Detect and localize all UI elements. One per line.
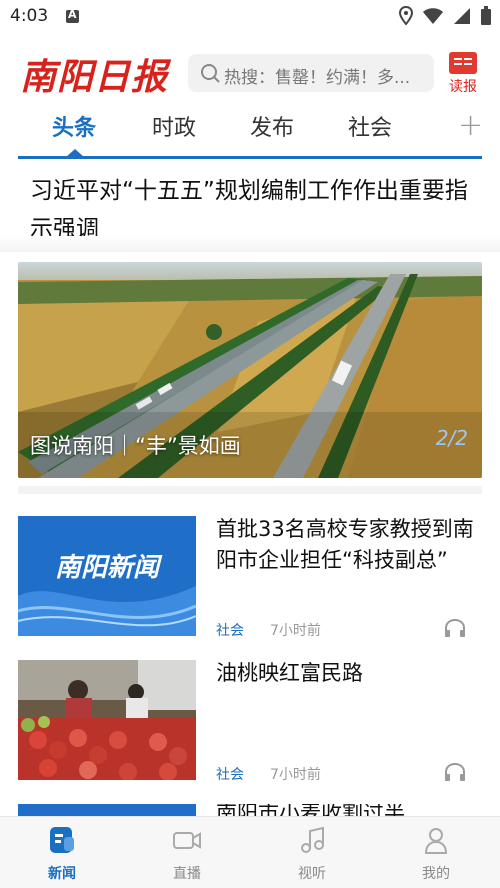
status-icons bbox=[399, 6, 492, 26]
tab-underline bbox=[18, 156, 482, 159]
news-title: 首批33名高校专家教授到南阳市企业担任“科技副总” bbox=[216, 517, 474, 572]
nav-media-label: 视听 bbox=[298, 866, 326, 882]
tab-release[interactable]: 发布 bbox=[250, 110, 294, 142]
bottom-navigation: 新闻 直播 视听 我的 bbox=[0, 816, 500, 888]
banner-caption: 图说南阳｜“丰”景如画 bbox=[30, 434, 241, 458]
news-category[interactable]: 社会 bbox=[216, 620, 244, 640]
nav-profile-label: 我的 bbox=[422, 866, 450, 882]
search-icon bbox=[201, 64, 220, 83]
banner-page-indicator: 2/2 bbox=[435, 426, 468, 450]
app-logo: 南阳日报 bbox=[20, 56, 169, 98]
nav-news-label: 新闻 bbox=[48, 866, 76, 882]
news-thumbnail bbox=[18, 660, 196, 780]
news-time: 7小时前 bbox=[270, 623, 321, 639]
news-category[interactable]: 社会 bbox=[216, 764, 244, 784]
news-item[interactable]: 南阳新闻 首批33名高校专家教授到南阳市企业担任“科技副总” 社会 7小时前 bbox=[18, 516, 482, 640]
tab-politics[interactable]: 时政 bbox=[152, 110, 196, 142]
news-icon bbox=[50, 827, 74, 853]
user-icon bbox=[424, 828, 448, 854]
add-channel-icon[interactable]: + bbox=[458, 108, 483, 143]
headphones-icon[interactable] bbox=[444, 762, 466, 782]
signal-icon bbox=[454, 8, 470, 24]
section-divider bbox=[18, 486, 482, 494]
news-item[interactable]: 油桃映红富民路 社会 7小时前 bbox=[18, 660, 482, 784]
nav-live[interactable]: 直播 bbox=[147, 825, 227, 883]
newspaper-icon bbox=[449, 52, 477, 74]
news-title: 油桃映红富民路 bbox=[216, 661, 363, 685]
tab-headlines[interactable]: 头条 bbox=[52, 110, 96, 142]
wifi-icon bbox=[423, 8, 443, 24]
thumbnail-logo-text: 南阳新闻 bbox=[55, 553, 163, 583]
status-bar: 4:03 bbox=[0, 0, 500, 34]
nav-profile[interactable]: 我的 bbox=[396, 825, 476, 883]
nav-media[interactable]: 视听 bbox=[272, 825, 352, 883]
nav-live-label: 直播 bbox=[173, 866, 201, 882]
battery-icon bbox=[481, 6, 491, 25]
search-bar[interactable]: 热搜：售罄！约满！多... bbox=[188, 54, 434, 92]
notification-icon bbox=[66, 8, 79, 23]
status-time: 4:03 bbox=[10, 6, 49, 26]
music-note-icon bbox=[301, 826, 324, 853]
location-icon bbox=[399, 6, 413, 26]
headline-separator bbox=[0, 236, 500, 252]
news-title: 南阳市小麦收割过半 bbox=[216, 804, 405, 816]
nav-news[interactable]: 新闻 bbox=[22, 825, 102, 883]
search-placeholder: 热搜：售罄！约满！多... bbox=[224, 68, 411, 88]
news-time: 7小时前 bbox=[270, 767, 321, 783]
news-thumbnail: 南阳新闻 bbox=[18, 516, 196, 636]
channel-tabs: 头条 时政 发布 社会 + bbox=[0, 106, 500, 160]
epaper-label: 读报 bbox=[449, 79, 477, 95]
video-camera-icon bbox=[173, 832, 201, 849]
news-thumbnail bbox=[18, 804, 196, 816]
headphones-icon[interactable] bbox=[444, 618, 466, 638]
top-headline[interactable]: 习近平对“十五五”规划编制工作作出重要指示强调 bbox=[30, 172, 480, 236]
app-header: 南阳日报 热搜：售罄！约满！多... 读报 bbox=[0, 44, 500, 100]
tab-society[interactable]: 社会 bbox=[348, 110, 392, 142]
epaper-button[interactable]: 读报 bbox=[446, 52, 480, 96]
banner-carousel[interactable]: 图说南阳｜“丰”景如画 2/2 bbox=[18, 262, 482, 478]
news-item[interactable]: 南阳市小麦收割过半 bbox=[18, 804, 482, 816]
